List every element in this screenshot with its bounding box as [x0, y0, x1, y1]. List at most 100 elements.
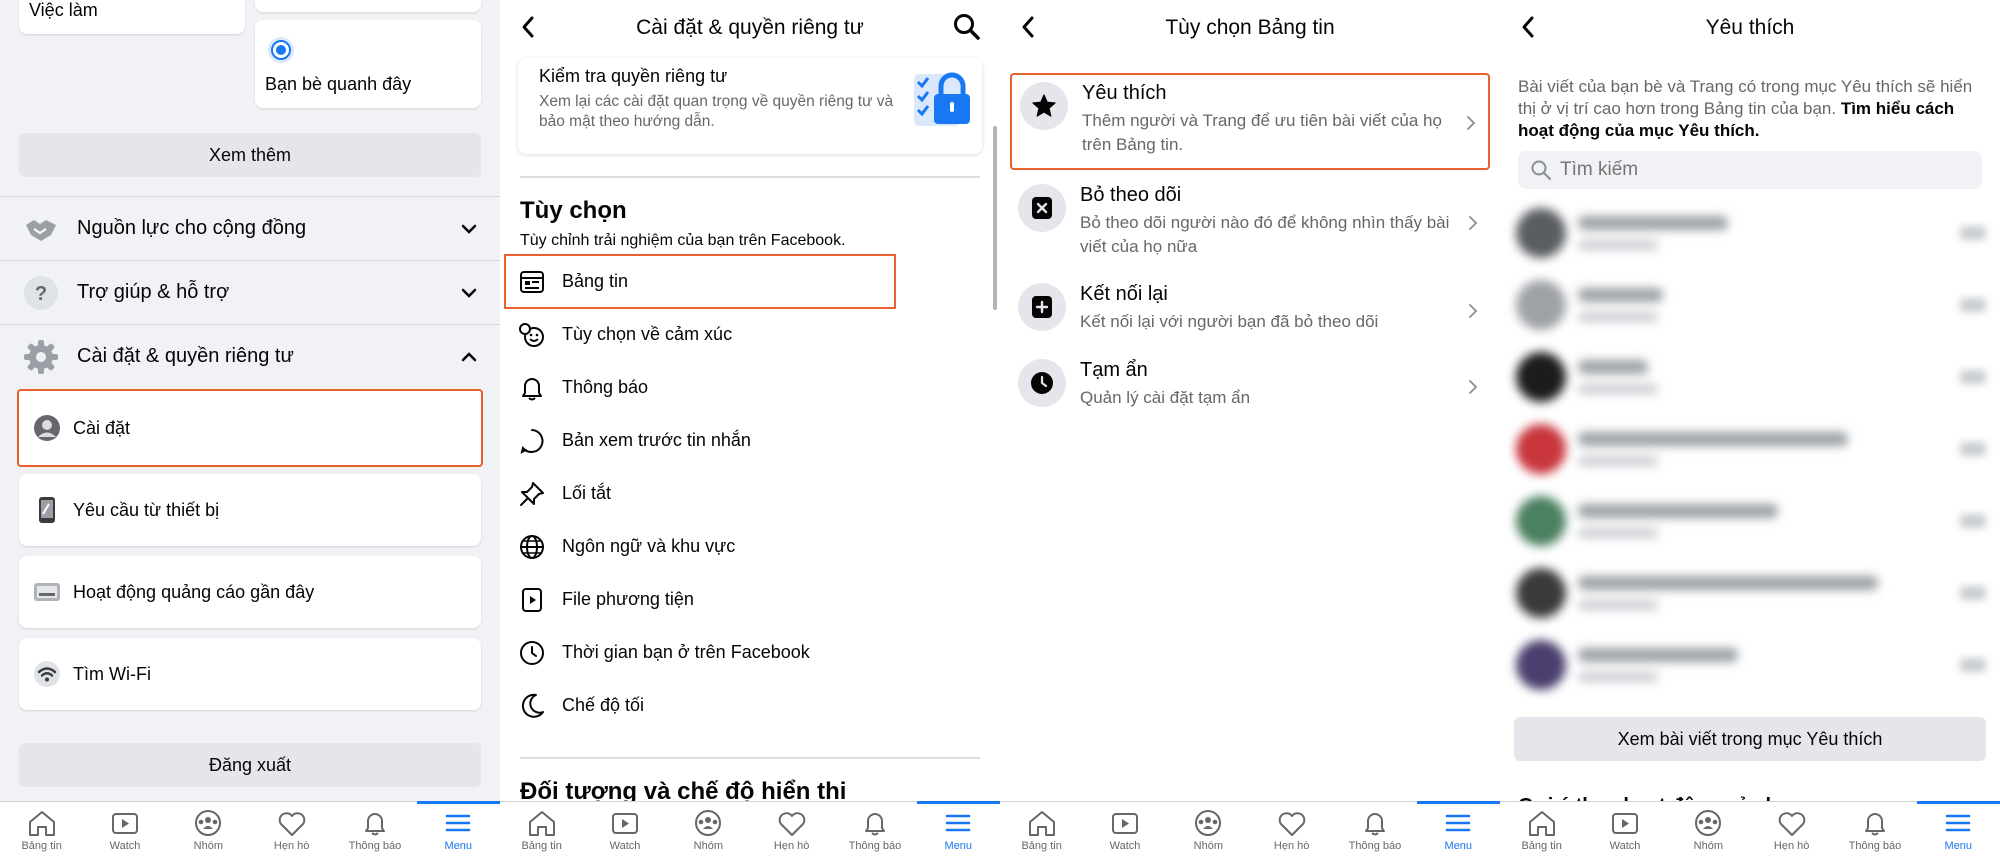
header: Cài đặt & quyền riêng tư	[500, 0, 1000, 56]
nav-tab-dating-heart[interactable]: Hẹn hò	[250, 802, 333, 861]
nav-tab-dating-heart[interactable]: Hẹn hò	[750, 802, 833, 861]
logout-button[interactable]: Đăng xuất	[19, 743, 481, 787]
nav-tab-bell[interactable]: Thông báo	[1333, 802, 1416, 861]
settings-item-settings[interactable]: Cài đặt	[17, 389, 483, 467]
avatar	[1516, 208, 1566, 258]
nav-tab-dating-heart[interactable]: Hẹn hò	[1750, 802, 1833, 861]
option-title: Kết nối lại	[1080, 283, 1168, 305]
back-arrow-icon[interactable]	[1018, 14, 1038, 40]
search-icon[interactable]	[952, 12, 982, 42]
menu-item-label: Lối tắt	[562, 483, 612, 503]
nav-tab-groups[interactable]: Nhóm	[167, 802, 250, 861]
menu-item-language-region[interactable]: Ngôn ngữ và khu vực	[500, 520, 1000, 573]
option-text: Yêu thích Thêm người và Trang để ưu tiên…	[1082, 82, 1464, 157]
menu-item-label: Bảng tin	[562, 271, 629, 291]
nav-label: Thông báo	[1848, 840, 1902, 852]
view-favorites-button[interactable]: Xem bài viết trong mục Yêu thích	[1514, 717, 1986, 761]
see-more-button[interactable]: Xem thêm	[19, 133, 481, 177]
nav-tab-bell[interactable]: Thông báo	[1833, 802, 1916, 861]
settings-item-ad-activity[interactable]: Hoạt động quảng cáo gần đây	[19, 556, 481, 628]
section-settings-privacy[interactable]: Cài đặt & quyền riêng tư	[0, 324, 500, 388]
section-help-support[interactable]: ? Trợ giúp & hỗ trợ	[0, 260, 500, 324]
ad-activity-icon	[34, 583, 60, 601]
settings-item-find-wifi[interactable]: Tìm Wi-Fi	[19, 638, 481, 710]
snooze-clock-icon	[1031, 372, 1053, 394]
favorites-intro: Bài viết của bạn bè và Trang có trong mụ…	[1518, 76, 1988, 142]
nav-tab-home[interactable]: Bảng tin	[500, 802, 583, 861]
menu-icon	[1945, 814, 1971, 832]
home-icon	[28, 811, 55, 836]
watch-icon	[1111, 813, 1138, 834]
section-label: Trợ giúp & hỗ trợ	[77, 281, 230, 303]
back-arrow-icon[interactable]	[518, 14, 538, 40]
nav-tab-bell[interactable]: Thông báo	[333, 802, 416, 861]
home-icon	[1528, 811, 1555, 836]
option-reconnect[interactable]: Kết nối lại Kết nối lại với người bạn đã…	[1010, 283, 1490, 334]
menu-item-shortcuts[interactable]: Lối tắt	[500, 467, 1000, 520]
privacy-checkup-card[interactable]: Kiểm tra quyền riêng tư Xem lại các cài …	[518, 58, 982, 154]
page-title: Yêu thích	[1705, 16, 1795, 39]
nav-tab-watch[interactable]: Watch	[1083, 802, 1166, 861]
option-snooze[interactable]: Tạm ẩn Quản lý cài đặt tạm ẩn	[1010, 359, 1490, 410]
avatar	[1516, 640, 1566, 690]
menu-item-media[interactable]: File phương tiện	[500, 573, 1000, 626]
menu-item-reactions[interactable]: Tùy chọn về cảm xúc	[500, 308, 1000, 361]
favorite-contact-row[interactable]	[1516, 277, 1986, 333]
section-community-resources[interactable]: Nguồn lực cho cộng đồng	[0, 196, 500, 260]
back-arrow-icon[interactable]	[1518, 14, 1538, 40]
contact-action-blurred	[1960, 514, 1986, 528]
nav-tab-dating-heart[interactable]: Hẹn hò	[1250, 802, 1333, 861]
contact-name-blurred	[1578, 576, 1960, 610]
nav-tab-bell[interactable]: Thông báo	[833, 802, 916, 861]
favorite-contact-row[interactable]	[1516, 565, 1986, 621]
settings-privacy-panel: Cài đặt & quyền riêng tư Kiểm tra quyền …	[500, 0, 1000, 861]
nav-tab-groups[interactable]: Nhóm	[1167, 802, 1250, 861]
bell-icon	[864, 813, 885, 836]
favorite-contact-row[interactable]	[1516, 637, 1986, 693]
menu-item-news-feed[interactable]: Bảng tin	[504, 254, 896, 309]
handshake-icon	[26, 219, 56, 241]
nav-tab-menu[interactable]: Menu	[916, 801, 1000, 861]
menu-item-dark-mode[interactable]: Chế độ tối	[500, 679, 1000, 732]
nav-tab-menu[interactable]: Menu	[416, 801, 500, 861]
favorite-contact-row[interactable]	[1516, 349, 1986, 405]
nav-tab-menu[interactable]: Menu	[1416, 801, 1500, 861]
favorite-contact-row[interactable]	[1516, 205, 1986, 261]
settings-item-label: Tìm Wi-Fi	[73, 663, 151, 684]
groups-icon	[1195, 810, 1222, 836]
chevron-right-icon	[1469, 304, 1478, 318]
nav-tab-menu[interactable]: Menu	[1916, 801, 2000, 861]
dating-heart-icon	[1778, 812, 1805, 836]
nav-tab-watch[interactable]: Watch	[83, 802, 166, 861]
nav-tab-groups[interactable]: Nhóm	[667, 802, 750, 861]
feed-preferences-panel: Tùy chọn Bảng tin Yêu thích Thêm người v…	[1000, 0, 1500, 861]
nav-tab-home[interactable]: Bảng tin	[0, 802, 83, 861]
option-icon-circle	[1018, 359, 1066, 407]
favorite-contact-row[interactable]	[1516, 421, 1986, 477]
search-input[interactable]	[1560, 159, 1960, 181]
option-icon-circle	[1018, 184, 1066, 232]
nav-tab-home[interactable]: Bảng tin	[1000, 802, 1083, 861]
dating-heart-icon	[1278, 812, 1305, 836]
option-unfollow[interactable]: Bỏ theo dõi Bỏ theo dõi người nào đó để …	[1010, 184, 1490, 259]
favorite-contact-row[interactable]	[1516, 493, 1986, 549]
nav-tab-watch[interactable]: Watch	[1583, 802, 1666, 861]
shortcut-card-jobs[interactable]: Việc làm	[19, 0, 245, 34]
user-settings-icon	[34, 415, 60, 441]
nav-tab-home[interactable]: Bảng tin	[1500, 802, 1583, 861]
shortcut-card-nearby-friends[interactable]: Bạn bè quanh đây	[255, 20, 481, 108]
bell-icon	[1864, 813, 1885, 836]
menu-item-time-on-facebook[interactable]: Thời gian bạn ở trên Facebook	[500, 626, 1000, 679]
nav-tab-groups[interactable]: Nhóm	[1667, 802, 1750, 861]
menu-item-label: Thông báo	[562, 377, 649, 397]
nav-label: Nhóm	[693, 840, 723, 852]
settings-item-device-requests[interactable]: Yêu cầu từ thiết bị	[19, 474, 481, 546]
shortcut-label-jobs: Việc làm	[29, 0, 98, 20]
scrollbar[interactable]	[993, 126, 997, 310]
search-bar[interactable]	[1518, 151, 1982, 189]
menu-item-message-preview[interactable]: Bản xem trước tin nhắn	[500, 414, 1000, 467]
option-favorites[interactable]: Yêu thích Thêm người và Trang để ưu tiên…	[1010, 73, 1490, 170]
avatar	[1516, 568, 1566, 618]
nav-tab-watch[interactable]: Watch	[583, 802, 666, 861]
menu-item-notifications[interactable]: Thông báo	[500, 361, 1000, 414]
